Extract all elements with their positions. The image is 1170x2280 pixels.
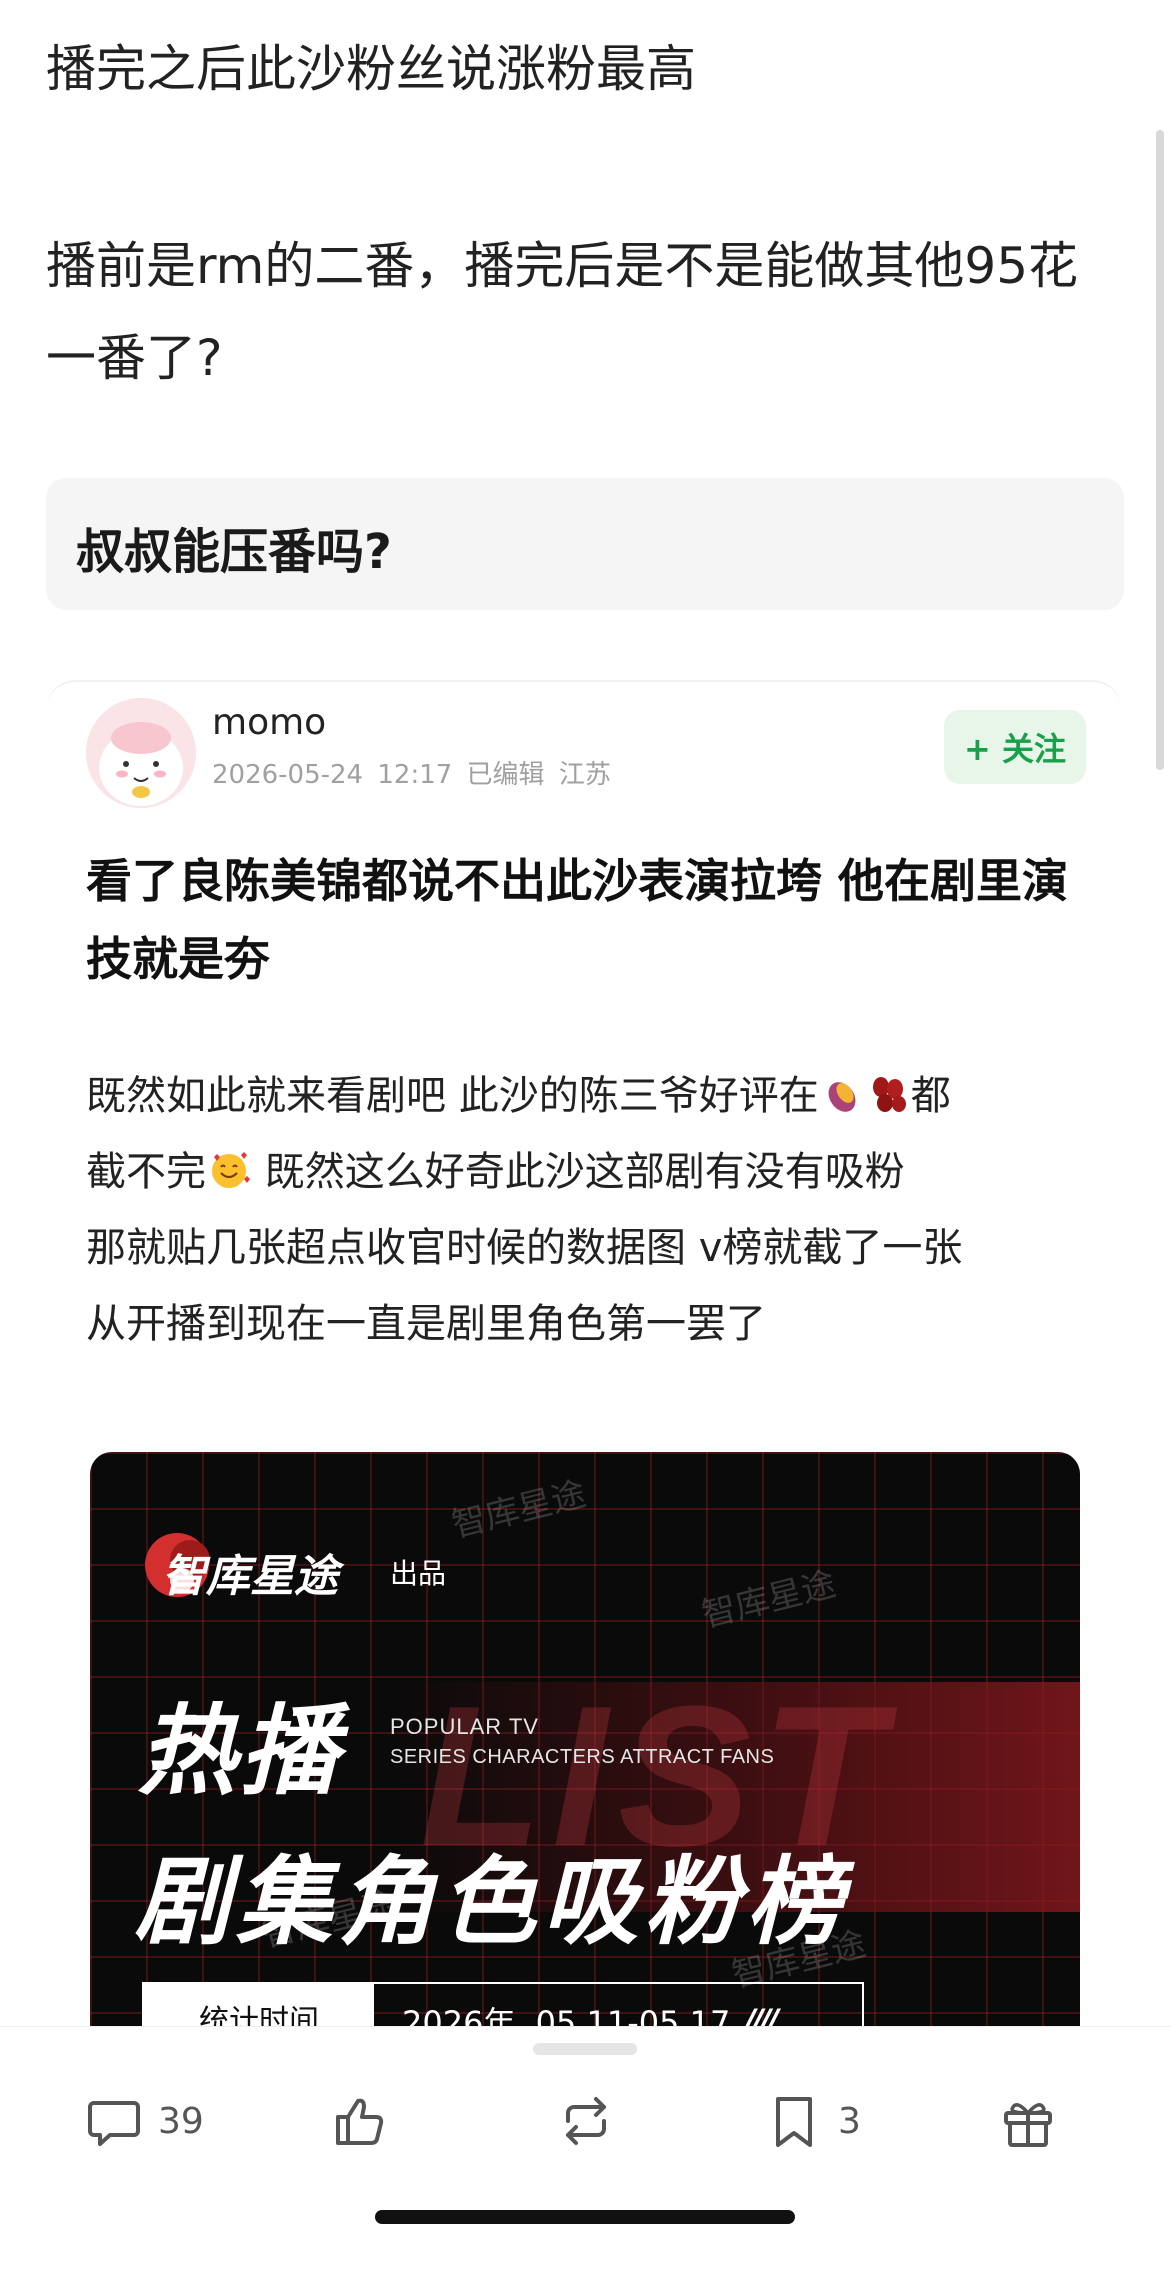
answer-line-2: 截不完 既然这么好奇此沙这部剧有没有吸粉 <box>86 1134 1096 1210</box>
gift-button[interactable] <box>998 2081 1058 2161</box>
comment-icon <box>88 2101 140 2146</box>
sweet-potato-icon <box>828 1082 856 1112</box>
brand-logo-text: 智库星途 <box>162 1551 338 1602</box>
answer-line-2-text: 截不完 <box>86 1149 206 1195</box>
question-body: 播前是rm的二番，播完后是不是能做其他95花一番了? <box>46 237 1079 387</box>
sub-question-text: 叔叔能压番吗? <box>76 524 392 580</box>
home-indicator[interactable] <box>375 2210 795 2224</box>
repost-button[interactable] <box>556 2081 616 2161</box>
like-button[interactable] <box>330 2081 390 2161</box>
follow-button[interactable]: + 关注 <box>944 710 1086 784</box>
scrollbar[interactable] <box>1156 130 1164 770</box>
answer-title: 看了良陈美锦都说不出此沙表演拉垮 他在剧里演技就是夯 <box>86 854 1069 986</box>
drag-handle[interactable] <box>533 2043 637 2055</box>
answer-line-1-tail: 都 <box>910 1073 951 1119</box>
banner-title-main: 剧集角色吸粉榜 <box>134 1846 848 1958</box>
banner-subtitle-en-1: POPULAR TV <box>390 1714 539 1739</box>
post-meta: 2026-05-24 12:17 已编辑 江苏 <box>212 760 611 790</box>
sub-question-card[interactable]: 叔叔能压番吗? <box>46 478 1124 610</box>
question-title: 播完之后此沙粉丝说涨粉最高 <box>46 40 696 98</box>
bookmark-button[interactable]: 3 <box>764 2081 861 2161</box>
banner-watermark: 智库星途 <box>448 1474 590 1546</box>
answer-line-4: 从开播到现在一直是剧里角色第一罢了 <box>86 1301 766 1347</box>
gift-icon <box>1004 2103 1052 2147</box>
comment-count: 39 <box>158 2100 204 2142</box>
repost-icon <box>566 2097 606 2145</box>
answer-line-1: 既然如此就来看剧吧 此沙的陈三爷好评在 都 <box>86 1058 1096 1134</box>
answer-card: momo 2026-05-24 12:17 已编辑 江苏 + 关注 看了良陈美锦… <box>46 680 1122 2052</box>
author-name[interactable]: momo <box>212 702 326 743</box>
red-beans-icon <box>872 1077 906 1112</box>
avatar-illustration <box>86 698 196 808</box>
banner-subtitle-en-2: SERIES CHARACTERS ATTRACT FANS <box>390 1746 775 1768</box>
banner-watermark: 智库星途 <box>698 1564 840 1636</box>
answer-line-1-text: 既然如此就来看剧吧 此沙的陈三爷好评在 <box>86 1073 819 1119</box>
comment-button[interactable]: 39 <box>84 2081 204 2161</box>
answer-line-2-tail: 既然这么好奇此沙这部剧有没有吸粉 <box>252 1149 905 1195</box>
bottom-action-bar: 39 3 <box>0 2026 1170 2280</box>
answer-line-3: 那就贴几张超点收官时候的数据图 v榜就截了一张 <box>86 1225 963 1271</box>
answer-body: 既然如此就来看剧吧 此沙的陈三爷好评在 都 截不完 既然这么好奇此沙这部剧有没有… <box>86 1058 1096 1362</box>
answer-image[interactable]: LIST 智库星途 智库星途 智库星途 智库星途 智库星途 出品 热播 POPU… <box>90 1452 1080 2052</box>
bookmark-icon <box>776 2097 812 2147</box>
avatar[interactable] <box>86 698 196 808</box>
like-icon <box>336 2098 384 2145</box>
bookmark-count: 3 <box>838 2100 861 2142</box>
brand-logo-suffix: 出品 <box>390 1557 447 1590</box>
smiling-face-with-hearts-icon <box>212 1152 250 1188</box>
banner-title-hot: 热播 <box>138 1695 343 1809</box>
